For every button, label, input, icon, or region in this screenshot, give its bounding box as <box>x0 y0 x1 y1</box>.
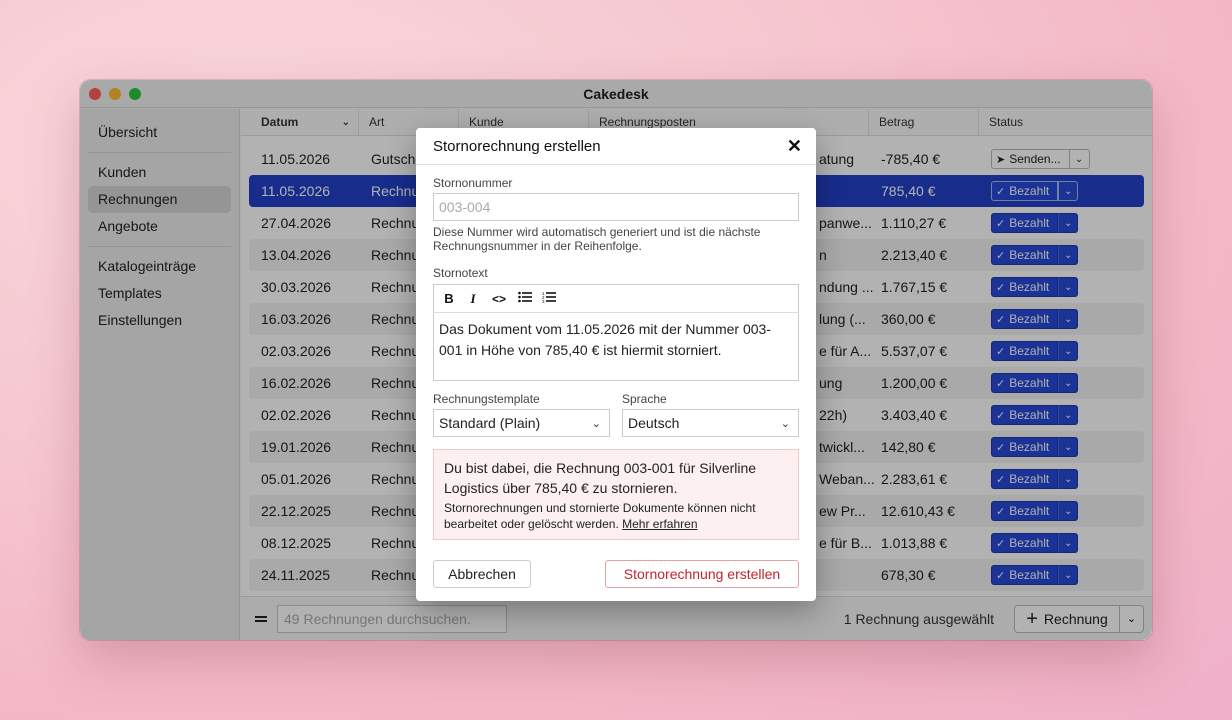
cancel-button[interactable]: Abbrechen <box>433 560 531 588</box>
editor-toolbar: B I <> 123 <box>434 285 798 313</box>
language-label: Sprache <box>622 392 667 406</box>
storno-warning: Du bist dabei, die Rechnung 003-001 für … <box>433 449 799 540</box>
learn-more-link[interactable]: Mehr erfahren <box>622 517 697 531</box>
storno-number-input[interactable]: 003-004 <box>433 193 799 221</box>
warning-sub-text: Stornorechnungen und stornierte Dokument… <box>444 501 756 531</box>
storno-dialog: Stornorechnung erstellen ✕ Stornonummer … <box>416 128 816 601</box>
create-storno-button[interactable]: Stornorechnung erstellen <box>605 560 799 588</box>
template-select[interactable]: Standard (Plain) ⌄ <box>433 409 610 437</box>
italic-icon[interactable]: I <box>466 291 480 307</box>
chevron-down-icon: ⌄ <box>591 417 601 430</box>
close-icon[interactable]: ✕ <box>787 136 802 157</box>
chevron-down-icon: ⌄ <box>780 417 790 430</box>
code-icon[interactable]: <> <box>490 292 508 306</box>
template-label: Rechnungstemplate <box>433 392 540 406</box>
storno-text-editor[interactable]: B I <> 123 Das Dokument vom 11.05.2026 m… <box>433 284 799 381</box>
svg-text:3: 3 <box>542 299 545 303</box>
language-select[interactable]: Deutsch ⌄ <box>622 409 799 437</box>
storno-number-hint: Diese Nummer wird automatisch generiert … <box>433 225 761 253</box>
bold-icon[interactable]: B <box>442 291 456 306</box>
storno-number-label: Stornonummer <box>433 176 513 190</box>
storno-text-content[interactable]: Das Dokument vom 11.05.2026 mit der Numm… <box>434 313 798 367</box>
warning-main-text: Du bist dabei, die Rechnung 003-001 für … <box>444 460 757 496</box>
dialog-title: Stornorechnung erstellen <box>433 137 601 155</box>
dialog-header: Stornorechnung erstellen ✕ <box>416 128 816 165</box>
bullet-list-icon[interactable] <box>518 291 532 306</box>
storno-text-label: Stornotext <box>433 266 488 280</box>
numbered-list-icon[interactable]: 123 <box>542 291 556 306</box>
